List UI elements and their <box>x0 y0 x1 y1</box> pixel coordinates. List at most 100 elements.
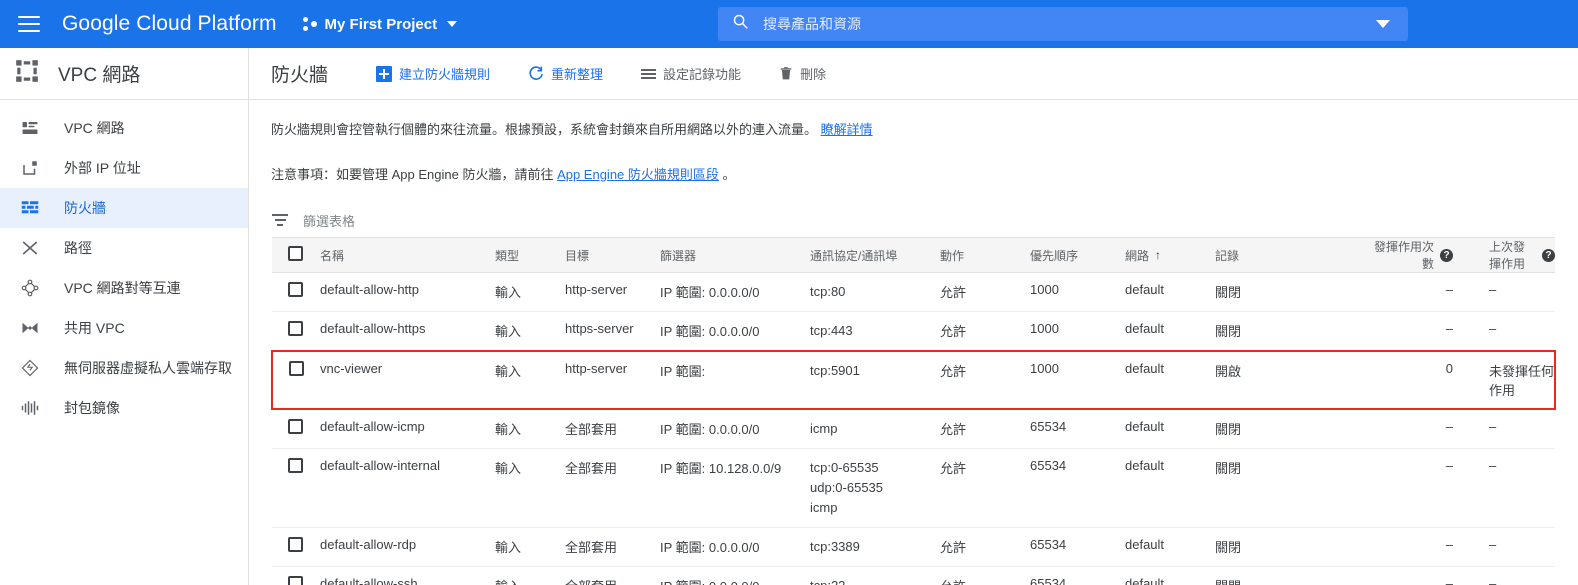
sidebar-item-shared-vpc[interactable]: 共用 VPC <box>0 308 248 348</box>
rule-priority: 65534 <box>1030 527 1125 567</box>
table-row[interactable]: default-allow-ssh 輸入 全部套用 IP 範圍: 0.0.0.0/0 t… <box>272 566 1555 585</box>
rule-last-hit-value: – <box>1489 576 1497 585</box>
rule-priority: 65534 <box>1030 448 1125 528</box>
shared-vpc-icon <box>18 316 42 340</box>
table-row[interactable]: default-allow-https 輸入 https-server IP 範圍: … <box>272 311 1555 352</box>
table-row[interactable]: default-allow-internal 輸入 全部套用 IP 範圍: 10.12… <box>272 448 1555 528</box>
rule-name[interactable]: default-allow-ssh <box>320 566 495 585</box>
header-filter[interactable]: 篩選器 <box>660 237 810 273</box>
sidebar-item-label: VPC 網路對等互連 <box>64 280 181 296</box>
table-row[interactable]: default-allow-rdp 輸入 全部套用 IP 範圍: 0.0.0.0/0 t… <box>272 527 1555 567</box>
table-row[interactable]: default-allow-http 輸入 http-server IP 範圍: 0.… <box>272 272 1555 312</box>
rule-last-hit-value: – <box>1489 419 1497 434</box>
rule-last-hit-value: – <box>1489 458 1497 473</box>
rule-log-value: 關閉 <box>1215 285 1242 300</box>
rule-name[interactable]: default-allow-https <box>320 311 495 352</box>
rule-action: 允許 <box>940 448 1030 528</box>
header-type[interactable]: 類型 <box>495 237 565 273</box>
select-all-checkbox[interactable] <box>288 246 303 261</box>
rule-protocol-value: tcp:0-65535 <box>810 460 879 475</box>
sort-ascending-icon[interactable]: ↑ <box>1155 248 1161 262</box>
sidebar-item-routes[interactable]: 路徑 <box>0 228 248 268</box>
rule-name-value: vnc-viewer <box>320 361 383 376</box>
header-name[interactable]: 名稱 <box>320 237 495 273</box>
row-checkbox[interactable] <box>288 537 303 552</box>
rule-name[interactable]: vnc-viewer <box>320 350 495 410</box>
rule-priority: 1000 <box>1030 350 1125 410</box>
top-app-bar: Google Cloud Platform My First Project 搜… <box>0 0 1578 48</box>
rule-filter: IP 範圍: 0.0.0.0/0 <box>660 311 810 352</box>
rule-type-value: 輸入 <box>495 324 522 339</box>
rule-priority: 1000 <box>1030 272 1125 312</box>
header-target[interactable]: 目標 <box>565 237 660 273</box>
sidebar-item-vpc-peering[interactable]: VPC 網路對等互連 <box>0 268 248 308</box>
rule-name-value: default-allow-http <box>320 282 419 297</box>
header-protocol[interactable]: 通訊協定/通訊埠 <box>810 237 940 273</box>
row-checkbox[interactable] <box>288 321 303 336</box>
rule-name[interactable]: default-allow-rdp <box>320 527 495 567</box>
search-bar[interactable]: 搜尋產品和資源 <box>718 7 1408 41</box>
rule-priority: 65534 <box>1030 566 1125 585</box>
table-row[interactable]: default-allow-icmp 輸入 全部套用 IP 範圍: 0.0.0.0/0… <box>272 409 1555 449</box>
table-row[interactable]: vnc-viewer 輸入 http-server IP 範圍: tcp:5901 允許 1… <box>271 350 1556 410</box>
sidebar-item-label: 路徑 <box>64 240 92 256</box>
rule-name[interactable]: default-allow-icmp <box>320 409 495 449</box>
refresh-button[interactable]: 重新整理 <box>528 64 603 83</box>
firewall-description: 防火牆規則會控管執行個體的來往流量。根據預設，系統會封鎖來自所用網路以外的連入流… <box>271 118 1071 142</box>
row-checkbox[interactable] <box>288 282 303 297</box>
sidebar-item-external-ip[interactable]: 外部 IP 位址 <box>0 148 248 188</box>
help-icon[interactable]: ? <box>1440 248 1453 262</box>
header-action[interactable]: 動作 <box>940 237 1030 273</box>
rule-protocol: tcp:3389 <box>810 527 940 567</box>
header-priority[interactable]: 優先順序 <box>1030 237 1125 273</box>
rule-last-hit: – <box>1475 272 1555 312</box>
main-content: 防火牆 建立防火牆規則 重新整理 設定記錄功能 刪除 防火牆規則會控管執行個體的… <box>249 48 1578 585</box>
rule-filter-value: IP 範圍: 10.128.0.0/9 <box>660 461 782 476</box>
row-checkbox[interactable] <box>288 458 303 473</box>
rule-hits: – <box>1365 448 1475 528</box>
row-checkbox[interactable] <box>288 576 303 585</box>
header-last-hit[interactable]: 上次發揮作用 ? <box>1475 237 1555 273</box>
rule-filter-value: IP 範圍: 0.0.0.0/0 <box>660 285 760 300</box>
action-toolbar: 防火牆 建立防火牆規則 重新整理 設定記錄功能 刪除 <box>249 48 1578 100</box>
external-ip-icon <box>18 156 42 180</box>
filter-bar[interactable]: 篩選表格 <box>271 203 1556 237</box>
rule-priority-value: 65534 <box>1030 576 1067 585</box>
create-firewall-rule-button[interactable]: 建立防火牆規則 <box>376 64 490 83</box>
rule-target: https-server <box>565 311 660 352</box>
brand-title[interactable]: Google Cloud Platform <box>62 12 277 36</box>
rule-action: 允許 <box>940 272 1030 312</box>
search-input[interactable]: 搜尋產品和資源 <box>763 14 1376 34</box>
header-hits[interactable]: 發揮作用次數 ? <box>1365 237 1475 273</box>
rule-name-value: default-allow-ssh <box>320 576 418 585</box>
sidebar-item-firewall[interactable]: 防火牆 <box>0 188 248 228</box>
sidebar-item-packet-mirroring[interactable]: 封包鏡像 <box>0 388 248 428</box>
header-network[interactable]: 網路 ↑ <box>1125 237 1215 273</box>
header-log[interactable]: 記錄 <box>1215 237 1365 273</box>
sidebar-item-vpc-network[interactable]: VPC 網路 <box>0 108 248 148</box>
table-body: default-allow-http 輸入 http-server IP 範圍: 0.… <box>271 272 1556 585</box>
rule-hits-value: – <box>1445 537 1453 552</box>
row-checkbox-cell <box>272 311 320 352</box>
rule-type-value: 輸入 <box>495 422 522 437</box>
rule-name[interactable]: default-allow-http <box>320 272 495 312</box>
filter-icon[interactable] <box>271 214 289 226</box>
project-selector[interactable]: My First Project <box>302 16 458 33</box>
chevron-down-icon[interactable] <box>1376 20 1390 28</box>
rule-action: 允許 <box>940 409 1030 449</box>
header-hits-label: 發揮作用次數 <box>1373 240 1434 271</box>
rule-name[interactable]: default-allow-internal <box>320 448 495 528</box>
trash-icon <box>779 66 793 81</box>
configure-logging-button[interactable]: 設定記錄功能 <box>641 64 741 83</box>
rule-log-value: 關閉 <box>1215 461 1242 476</box>
help-icon[interactable]: ? <box>1542 248 1555 262</box>
filter-input[interactable]: 篩選表格 <box>303 211 355 230</box>
delete-button[interactable]: 刪除 <box>779 64 826 83</box>
sidebar-item-serverless-vpc-access[interactable]: 無伺服器虛擬私人雲端存取 <box>0 348 248 388</box>
row-checkbox[interactable] <box>288 419 303 434</box>
app-engine-firewall-link[interactable]: App Engine 防火牆規則區段 <box>557 167 719 182</box>
row-checkbox[interactable] <box>289 361 304 376</box>
hamburger-menu-icon[interactable] <box>18 16 40 32</box>
rule-filter-value: IP 範圍: 0.0.0.0/0 <box>660 579 759 585</box>
learn-more-link[interactable]: 瞭解詳情 <box>821 122 873 137</box>
